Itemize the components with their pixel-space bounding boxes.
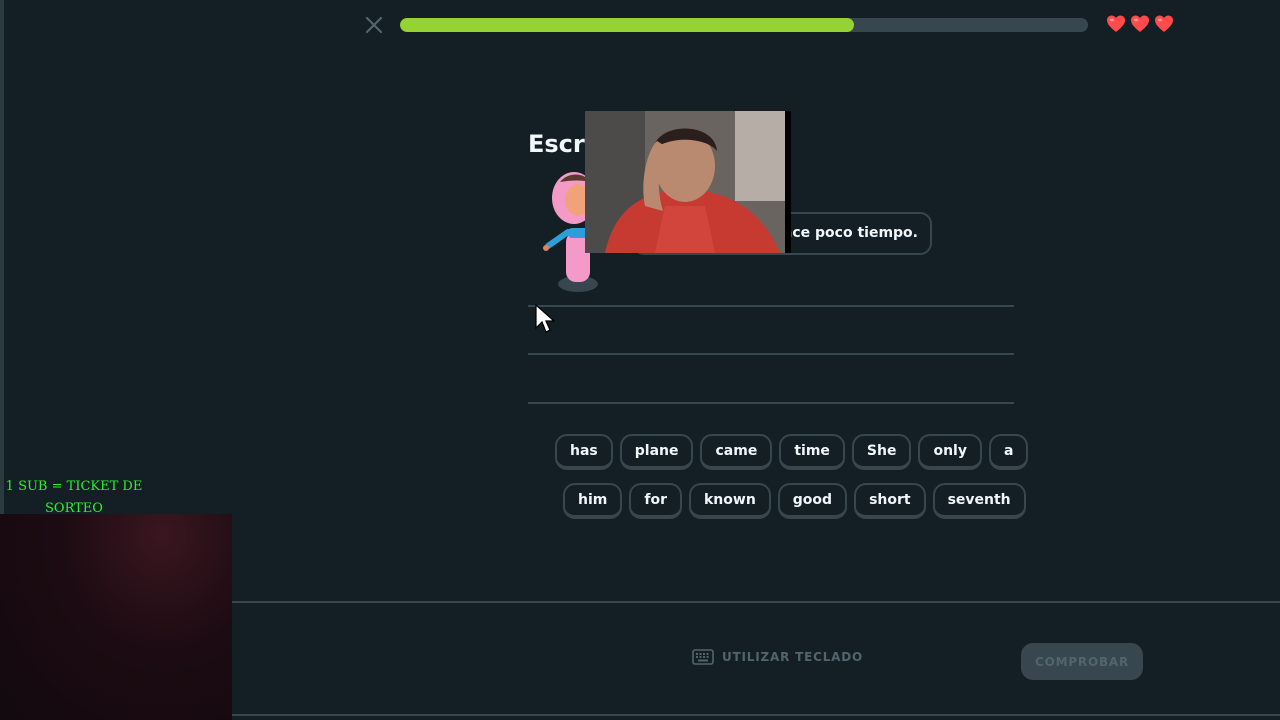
word-tile[interactable]: plane (619, 434, 694, 470)
use-keyboard-button[interactable]: UTILIZAR TECLADO (692, 649, 863, 665)
word-tile[interactable]: only (918, 434, 982, 470)
word-tile[interactable]: She (851, 434, 912, 470)
webcam-overlay (585, 111, 791, 253)
check-button[interactable]: COMPROBAR (1021, 643, 1143, 680)
word-tile[interactable]: known (688, 483, 771, 519)
lesson-progress-bar (400, 18, 1088, 32)
hearts (1106, 14, 1174, 34)
close-button[interactable] (363, 14, 385, 36)
word-tile[interactable]: for (629, 483, 682, 519)
word-tile[interactable]: him (563, 483, 623, 519)
heart-icon (1107, 15, 1125, 32)
answer-line (528, 353, 1014, 355)
heart-icon (1155, 15, 1173, 32)
word-tile[interactable]: seventh (932, 483, 1026, 519)
bottom-divider (232, 714, 1280, 716)
word-tile[interactable]: has (555, 434, 613, 470)
word-bank-row-1: has plane came time She only a (555, 434, 1029, 470)
word-tile[interactable]: time (779, 434, 845, 470)
heart-icon (1131, 15, 1149, 32)
footer-divider (232, 601, 1280, 603)
close-icon (365, 16, 383, 34)
keyboard-icon (692, 649, 714, 665)
bubble-text: hace poco tiempo. (772, 225, 918, 241)
use-keyboard-label: UTILIZAR TECLADO (722, 650, 863, 664)
mouse-cursor-icon (535, 304, 555, 333)
word-tile[interactable]: good (777, 483, 848, 519)
exercise-title: Escri (528, 130, 593, 158)
answer-line (528, 402, 1014, 404)
word-bank-row-2: him for known good short seventh (563, 483, 1026, 519)
word-tile[interactable]: short (854, 483, 926, 519)
word-tile[interactable]: came (700, 434, 773, 470)
sub-notice-line-1: 1 SUB = TICKET DE (5, 479, 143, 494)
word-tile[interactable]: a (988, 434, 1029, 470)
progress-fill (400, 18, 855, 32)
streamer-cam-box (0, 514, 232, 720)
answer-line (528, 305, 1014, 307)
